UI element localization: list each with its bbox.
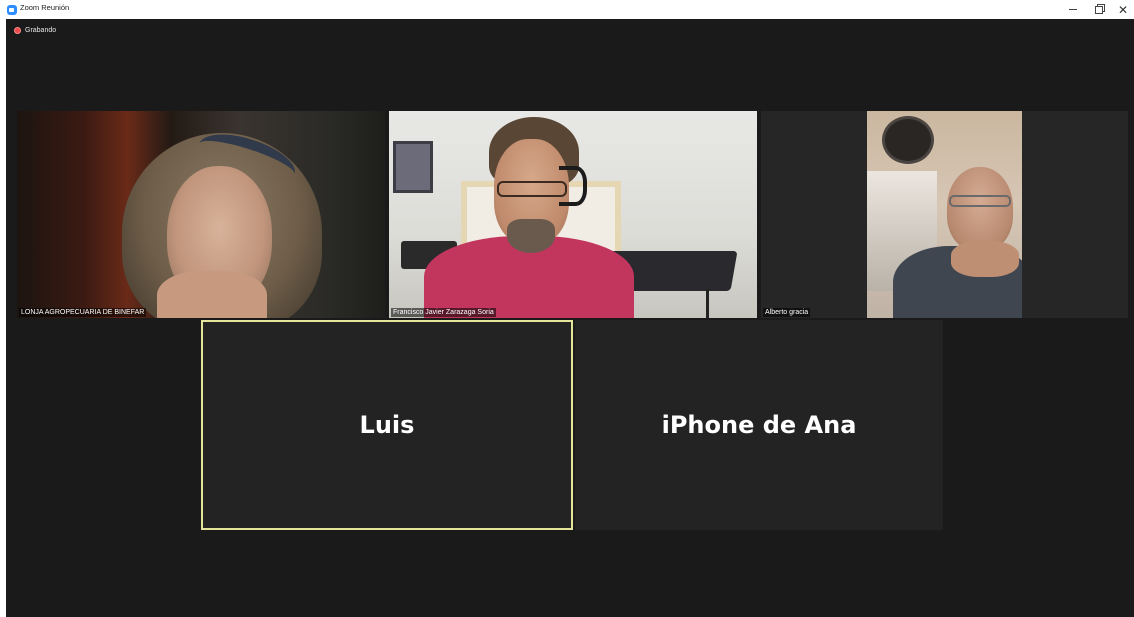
record-icon xyxy=(14,27,21,34)
video-tile-francisco[interactable]: Francisco Javier Zarazaga Soria xyxy=(389,111,757,318)
video-tile-alberto[interactable]: Alberto gracia xyxy=(761,111,1128,318)
restore-button[interactable] xyxy=(1087,0,1111,19)
avatar-tile-luis[interactable]: Luis xyxy=(201,320,573,530)
avatar-tile-iphone-de-ana[interactable]: iPhone de Ana xyxy=(575,320,943,530)
participant-name: iPhone de Ana xyxy=(661,411,857,439)
window-title: Zoom Reunión xyxy=(20,3,70,12)
title-bar: Zoom Reunión ✕ xyxy=(0,0,1134,19)
minimize-button[interactable] xyxy=(1061,0,1085,19)
recording-label: Grabando xyxy=(25,27,57,34)
participant-name: Luis xyxy=(359,411,415,439)
participant-name: Alberto gracia xyxy=(763,308,811,317)
participant-video xyxy=(867,111,1022,318)
video-tile-lonja[interactable]: LONJA AGROPECUARIA DE BINEFAR xyxy=(17,111,385,318)
participant-name: Francisco Javier Zarazaga Soria xyxy=(391,308,496,317)
participant-name: LONJA AGROPECUARIA DE BINEFAR xyxy=(19,308,147,317)
close-button[interactable]: ✕ xyxy=(1111,0,1134,19)
participant-video xyxy=(393,141,433,193)
zoom-logo-icon xyxy=(7,5,17,15)
recording-indicator[interactable]: Grabando xyxy=(14,27,56,34)
